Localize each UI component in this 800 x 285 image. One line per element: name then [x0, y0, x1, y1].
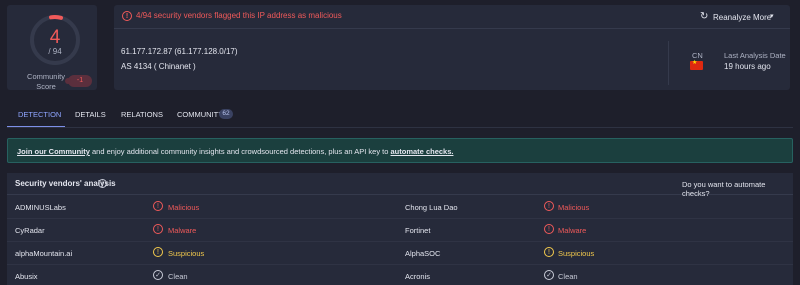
reanalyze-button[interactable]: Reanalyze [713, 13, 751, 22]
chevron-down-icon[interactable]: ▾ [770, 12, 774, 20]
vendors-analysis-section: Security vendors' analysis i Do you want… [7, 173, 793, 285]
as-owner[interactable]: AS 4134 ( Chinanet ) [121, 62, 196, 71]
detection-score-total: / 94 [48, 47, 62, 56]
reanalyze-icon[interactable]: ↻ [700, 11, 708, 22]
vendor-name: Abusix [15, 272, 38, 281]
vendor-result: Suspicious [168, 249, 205, 258]
table-row: alphaMountain.ai ! Suspicious AlphaSOC !… [7, 242, 793, 265]
vendor-name: AlphaSOC [405, 249, 441, 258]
tab-relations[interactable]: RELATIONS [121, 110, 163, 119]
community-score-badge[interactable]: -1 [65, 75, 92, 87]
detection-score-value: 4 [49, 27, 61, 48]
tab-divider [7, 127, 793, 128]
detection-score-card: 4 / 94 Community Score -1 [7, 5, 97, 91]
community-banner: Join our Community and enjoy additional … [7, 138, 793, 163]
community-count-badge: 62 [219, 109, 233, 119]
info-icon[interactable]: i [98, 179, 107, 188]
ip-address: 61.177.172.87 (61.177.128.0/17) [121, 47, 238, 56]
ip-info-panel: ! 4/94 security vendors flagged this IP … [114, 5, 790, 90]
tab-community[interactable]: COMMUNITY [177, 110, 223, 119]
warning-circle-icon: ! [544, 247, 554, 257]
vendor-name: Chong Lua Dao [405, 203, 458, 212]
flag-star-icon: ★ [692, 60, 698, 66]
vendor-result: Clean [168, 272, 188, 281]
divider [668, 41, 669, 85]
vendor-name: Acronis [405, 272, 431, 281]
community-score-label: Community Score [27, 72, 65, 91]
vendor-name: alphaMountain.ai [15, 249, 73, 258]
tab-detection[interactable]: DETECTION [18, 110, 61, 119]
tab-bar: DETECTION DETAILS RELATIONS COMMUNITY [7, 104, 793, 128]
vendor-name: ADMINUSLabs [15, 203, 66, 212]
check-circle-icon: ✓ [153, 270, 163, 280]
vendor-name: Fortinet [405, 226, 431, 235]
alert-text: 4/94 security vendors flagged this IP ad… [136, 11, 342, 20]
table-row: ADMINUSLabs ! Malicious Chong Lua Dao ! … [7, 196, 793, 219]
banner-message: and enjoy additional community insights … [89, 147, 391, 156]
tab-details[interactable]: DETAILS [75, 110, 106, 119]
vendor-result: Malware [168, 226, 197, 235]
check-circle-icon: ✓ [544, 270, 554, 280]
vendors-header: Security vendors' analysis i Do you want… [7, 173, 793, 198]
automate-checks-link[interactable]: automate checks. [391, 147, 454, 156]
last-analysis-value: 19 hours ago [724, 62, 771, 71]
table-row: Abusix ✓ Clean Acronis ✓ Clean [7, 265, 793, 285]
vendor-name: CyRadar [15, 226, 45, 235]
alert-circle-icon: ! [153, 224, 163, 234]
alert-circle-icon: ! [544, 224, 554, 234]
table-row: CyRadar ! Malware Fortinet ! Malware [7, 219, 793, 242]
alert-circle-icon: ! [153, 201, 163, 211]
more-button[interactable]: More [753, 13, 771, 22]
warning-circle-icon: ! [153, 247, 163, 257]
join-community-link[interactable]: Join our Community [17, 147, 90, 156]
vendor-result: Suspicious [558, 249, 595, 258]
alert-circle-icon: ! [544, 201, 554, 211]
last-analysis-label: Last Analysis Date [724, 51, 786, 60]
vendor-result: Malicious [168, 203, 200, 212]
vendor-result: Malware [558, 226, 587, 235]
china-flag-icon: ★ [690, 60, 703, 70]
alert-circle-icon: ! [122, 11, 132, 21]
vendor-result: Clean [558, 272, 578, 281]
banner-text: Join our Community and enjoy additional … [17, 147, 453, 156]
vendor-result: Malicious [558, 203, 590, 212]
alert-bar: ! 4/94 security vendors flagged this IP … [114, 5, 790, 29]
